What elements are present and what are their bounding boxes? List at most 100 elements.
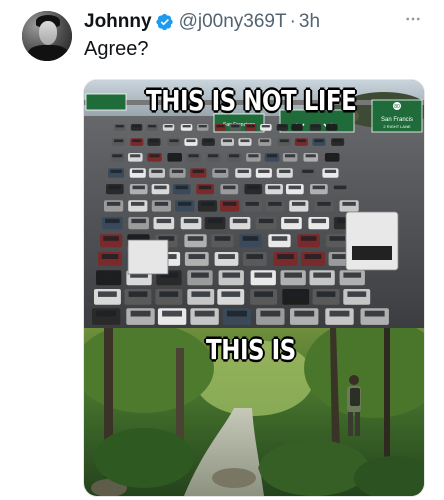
car-window: [99, 272, 118, 278]
avatar[interactable]: [22, 11, 72, 61]
route-number: 80: [394, 104, 400, 110]
car-window: [246, 254, 264, 259]
car-window: [103, 236, 119, 241]
car-window: [229, 154, 240, 158]
tweet-header: Johnny @j00ny369T · 3h: [84, 10, 320, 34]
car-window: [314, 139, 324, 143]
car-window: [149, 154, 160, 158]
car-window: [237, 169, 249, 173]
car-window: [261, 125, 270, 128]
car-window: [186, 139, 196, 143]
car-window: [329, 310, 350, 317]
tweet-media[interactable]: San Francisco 80 San Francis 2 RIGHT LAN…: [83, 79, 425, 497]
car-window: [200, 201, 215, 206]
separator-dot: ·: [289, 11, 296, 32]
car-window: [154, 185, 167, 190]
car-window: [194, 310, 215, 317]
car-window: [218, 254, 235, 259]
car-window: [286, 291, 306, 297]
car-window: [178, 201, 192, 206]
car-window: [231, 125, 240, 128]
car-window: [240, 139, 250, 143]
car-window: [227, 310, 247, 317]
car-window: [108, 185, 121, 190]
car-window: [278, 125, 287, 128]
author-handle[interactable]: @j00ny369T: [179, 11, 287, 33]
car-window: [260, 139, 270, 143]
car-window: [302, 169, 314, 173]
more-dots-icon: [406, 17, 420, 21]
car-window: [294, 310, 315, 317]
car-window: [222, 272, 241, 278]
car-window: [305, 154, 316, 158]
car-window: [343, 272, 362, 278]
car-window: [221, 291, 241, 297]
car-window: [164, 125, 173, 128]
car-window: [223, 185, 236, 190]
car-window: [300, 236, 317, 241]
car-window: [254, 272, 273, 278]
car-window: [277, 254, 294, 259]
car-window: [151, 169, 163, 173]
tweet-text: Agree?: [84, 38, 149, 60]
timestamp[interactable]: 3h: [299, 11, 320, 33]
car-window: [304, 254, 322, 259]
car-window: [188, 154, 199, 158]
car-window: [208, 154, 219, 158]
car-window: [203, 139, 213, 143]
box-truck: [345, 211, 399, 271]
car-window: [106, 201, 121, 206]
car-window: [214, 236, 231, 241]
car-window: [182, 125, 191, 128]
car-window: [260, 310, 281, 317]
author-name[interactable]: Johnny: [84, 11, 152, 33]
car-window: [112, 154, 123, 158]
car-window: [317, 201, 331, 206]
car-window: [313, 272, 331, 278]
car-window: [191, 272, 209, 278]
car-window: [169, 154, 180, 158]
right-sign-lane: 2 RIGHT LANE: [383, 124, 411, 129]
car-window: [114, 139, 124, 143]
car-window: [284, 272, 302, 278]
car-window: [285, 154, 296, 158]
car-window: [214, 169, 226, 173]
car-window: [311, 125, 320, 128]
car-window: [162, 310, 182, 317]
car-window: [132, 185, 145, 190]
car-window: [96, 310, 117, 317]
car-window: [242, 236, 259, 241]
car-window: [223, 201, 237, 206]
car-window: [132, 169, 144, 173]
car-window: [271, 236, 288, 241]
more-horizontal-icon[interactable]: [401, 10, 425, 34]
car-window: [293, 125, 302, 128]
car-window: [192, 169, 204, 173]
top-caption: THIS IS NOT LIFE: [146, 86, 357, 118]
car-window: [316, 291, 336, 297]
car-window: [156, 218, 172, 224]
car-window: [284, 218, 299, 224]
car-window: [327, 125, 336, 128]
car-window: [266, 154, 278, 158]
car-window: [110, 169, 122, 173]
right-sign-text: San Francis: [381, 117, 413, 123]
car-window: [342, 201, 356, 206]
car-window: [268, 201, 282, 206]
bottom-caption: THIS IS: [206, 335, 296, 367]
car-window: [169, 139, 179, 143]
car-window: [130, 310, 151, 317]
car-window: [149, 139, 159, 143]
car-window: [131, 201, 145, 206]
car-window: [312, 185, 325, 190]
car-window: [327, 154, 338, 158]
car-window: [279, 139, 289, 143]
car-window: [364, 310, 385, 317]
car-window: [175, 185, 188, 190]
car-window: [333, 139, 343, 143]
car-window: [171, 169, 184, 173]
car-window: [324, 169, 337, 173]
car-window: [101, 254, 119, 259]
car-window: [105, 218, 120, 224]
car-window: [288, 185, 301, 190]
